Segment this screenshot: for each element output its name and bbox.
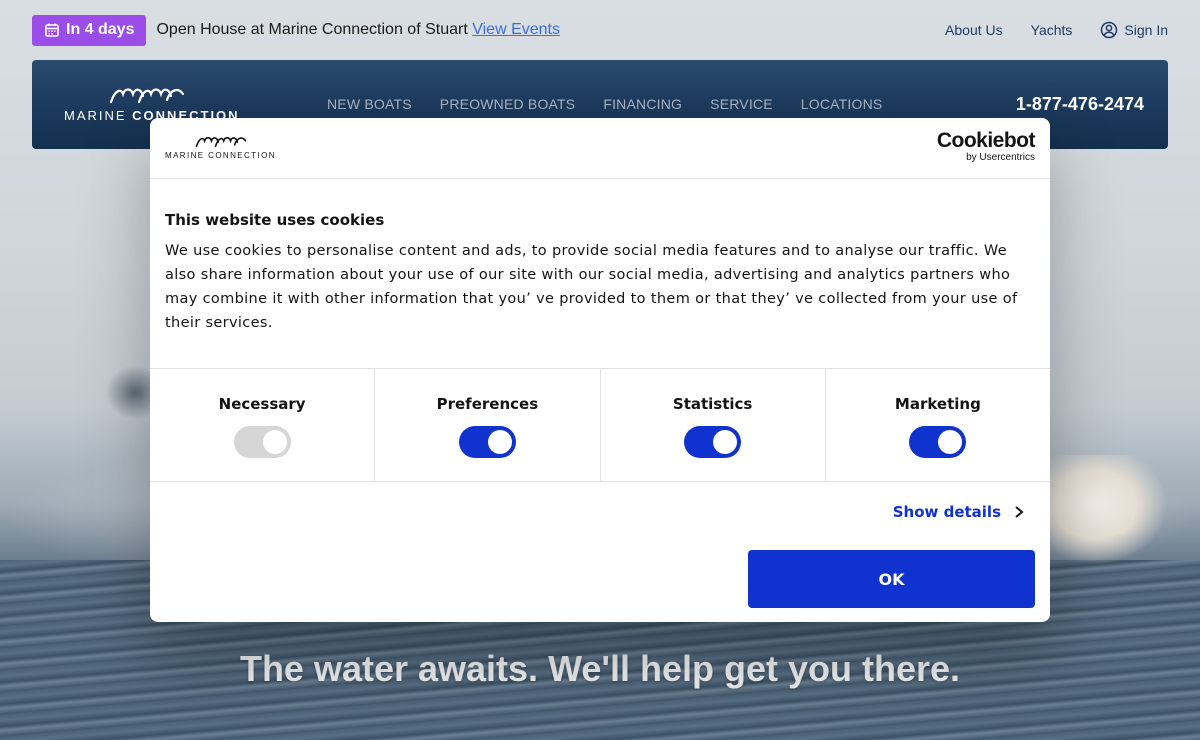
- announcement-bar: In 4 days Open House at Marine Connectio…: [32, 14, 1168, 46]
- yachts-link[interactable]: Yachts: [1031, 22, 1073, 38]
- toggle-label-preferences: Preferences: [436, 395, 539, 413]
- toggle-group-marketing: Marketing: [826, 369, 1050, 481]
- about-us-link[interactable]: About Us: [945, 22, 1003, 38]
- necessary-toggle-switch[interactable]: [233, 426, 291, 458]
- show-details-link[interactable]: Show details: [893, 503, 1025, 521]
- dialog-header: MARINE CONNECTION Cookiebot by Usercentr…: [150, 118, 1050, 179]
- cookiebot-brand: Cookiebot: [936, 129, 1036, 152]
- announcement-message: Open House at Marine Connection of Stuar…: [156, 21, 468, 38]
- view-events-link[interactable]: View Events: [472, 21, 560, 38]
- sign-in-link[interactable]: Sign In: [1100, 21, 1168, 39]
- primary-menu: NEW BOATS PREOWNED BOATS FINANCING SERVI…: [327, 96, 882, 112]
- nav-service[interactable]: SERVICE: [710, 96, 773, 112]
- event-countdown-badge[interactable]: In 4 days: [32, 14, 147, 46]
- dialog-title: This website uses cookies: [165, 211, 385, 229]
- logo-mark-icon: [195, 136, 247, 148]
- preferences-toggle-switch[interactable]: [458, 426, 516, 458]
- nav-financing[interactable]: FINANCING: [603, 96, 682, 112]
- cookie-consent-dialog: MARINE CONNECTION Cookiebot by Usercentr…: [150, 118, 1050, 622]
- cookiebot-brand-sub: by Usercentrics: [966, 152, 1035, 163]
- nav-preowned-boats[interactable]: PREOWNED BOATS: [440, 96, 576, 112]
- toggle-knob: [262, 430, 287, 454]
- dialog-logo-wordmark: MARINE CONNECTION: [165, 151, 276, 160]
- dialog-body: This website uses cookies We use cookies…: [150, 179, 1050, 368]
- statistics-toggle-switch[interactable]: [684, 426, 742, 458]
- sign-in-label: Sign In: [1124, 22, 1168, 38]
- toggle-knob: [487, 430, 512, 454]
- badge-label: In 4 days: [66, 21, 135, 38]
- toggle-label-necessary: Necessary: [218, 395, 306, 413]
- calendar-icon: [45, 23, 59, 37]
- toggle-label-marketing: Marketing: [894, 395, 981, 413]
- announcement-text: Open House at Marine Connection of Stuar…: [156, 21, 560, 39]
- toggle-group-necessary: Necessary: [150, 369, 376, 481]
- nav-new-boats[interactable]: NEW BOATS: [327, 96, 412, 112]
- toggle-group-preferences: Preferences: [375, 369, 601, 481]
- chevron-right-icon: [1015, 506, 1024, 518]
- utility-links: About Us Yachts Sign In: [945, 21, 1168, 39]
- phone-number-link[interactable]: 1-877-476-2474: [1016, 94, 1144, 115]
- dialog-site-logo: MARINE CONNECTION: [165, 134, 285, 160]
- cookiebot-logo[interactable]: Cookiebot by Usercentrics: [936, 129, 1036, 164]
- toggle-knob: [938, 430, 963, 454]
- boat-right: [1048, 455, 1168, 565]
- hero-heading: The water awaits. We'll help get you the…: [239, 648, 961, 689]
- toggle-label-statistics: Statistics: [672, 395, 753, 413]
- consent-toggles: Necessary Preferences Statistics Marketi…: [150, 368, 1050, 482]
- logo-mark-icon: [109, 88, 185, 104]
- ok-button[interactable]: OK: [748, 550, 1035, 608]
- logo-word-marine: MARINE: [64, 108, 133, 123]
- marketing-toggle-switch[interactable]: [909, 426, 967, 458]
- dialog-description: We use cookies to personalise content an…: [165, 243, 1018, 331]
- toggle-knob: [713, 430, 738, 454]
- user-circle-icon: [1101, 21, 1118, 39]
- toggle-group-statistics: Statistics: [601, 369, 826, 481]
- nav-locations[interactable]: LOCATIONS: [801, 96, 883, 112]
- show-details-label: Show details: [892, 503, 1001, 521]
